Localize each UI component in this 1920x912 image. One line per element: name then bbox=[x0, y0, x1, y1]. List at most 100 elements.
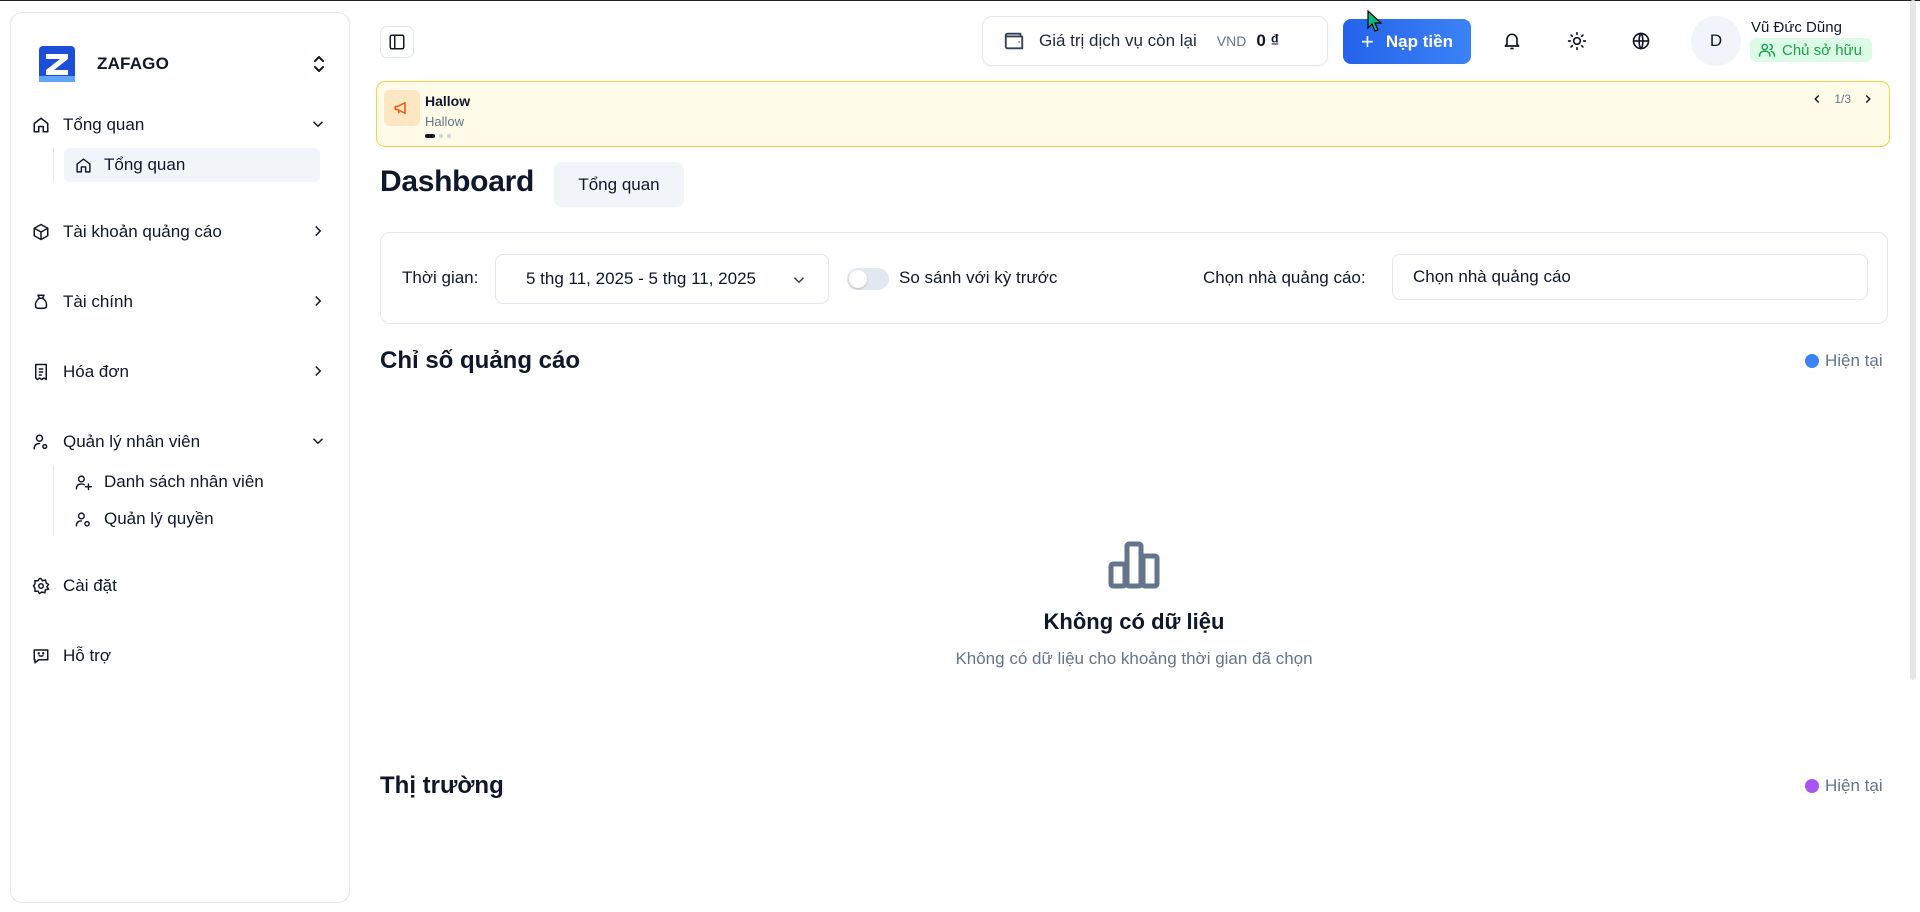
compare-toggle[interactable] bbox=[847, 268, 889, 290]
advertiser-label: Chọn nhà quảng cáo: bbox=[1203, 268, 1366, 287]
sidebar-subitem-staff-list[interactable]: Danh sách nhân viên bbox=[64, 465, 320, 499]
carousel-dot[interactable] bbox=[439, 134, 443, 138]
gear-icon bbox=[31, 576, 51, 596]
sidebar-item-invoices[interactable]: Hóa đơn bbox=[11, 352, 349, 392]
advertiser-select[interactable]: Chọn nhà quảng cáo bbox=[1392, 254, 1868, 300]
sun-icon bbox=[1567, 31, 1587, 51]
brand-name: ZAFAGO bbox=[97, 54, 170, 73]
compare-label: So sánh với kỳ trước bbox=[899, 268, 1058, 287]
empty-description: Không có dữ liệu cho khoảng thời gian đã… bbox=[955, 649, 1313, 668]
zafago-logo-icon bbox=[39, 46, 75, 82]
mouse-cursor-icon bbox=[1367, 9, 1383, 32]
sidebar-subitem-label: Danh sách nhân viên bbox=[104, 472, 264, 491]
deposit-label: Nạp tiền bbox=[1385, 31, 1453, 51]
toggle-knob bbox=[849, 270, 867, 288]
user-cog-icon bbox=[74, 510, 92, 528]
top-border bbox=[0, 0, 1920, 1]
home-icon bbox=[31, 115, 51, 135]
chevron-right-icon bbox=[315, 295, 322, 307]
language-button[interactable] bbox=[1628, 28, 1654, 54]
deposit-button[interactable]: + Nạp tiền bbox=[1343, 19, 1471, 64]
bar-chart-icon bbox=[1108, 541, 1160, 589]
box-icon bbox=[31, 222, 51, 242]
legend-label: Hiện tại bbox=[1825, 351, 1883, 370]
carousel-dots bbox=[425, 134, 451, 138]
bell-icon bbox=[1504, 33, 1520, 50]
sub-list-staff: Danh sách nhân viên Quản lý quyền bbox=[53, 465, 349, 536]
chevron-right-icon bbox=[315, 225, 322, 237]
pager-text: 1/3 bbox=[1834, 92, 1851, 106]
plus-icon: + bbox=[1361, 28, 1374, 54]
sidebar-item-support[interactable]: Hỗ trợ bbox=[11, 636, 349, 676]
users-icon bbox=[1758, 41, 1776, 59]
user-name: Vũ Đức Dũng bbox=[1751, 19, 1842, 36]
date-range-select[interactable]: 5 thg 11, 2025 - 5 thg 11, 2025 bbox=[495, 254, 829, 304]
page-title: Dashboard bbox=[380, 165, 534, 198]
sidebar-subitem-overview[interactable]: Tổng quan bbox=[64, 148, 320, 182]
sidebar-item-label: Cài đặt bbox=[63, 576, 117, 595]
market-title: Thị trường bbox=[380, 772, 504, 799]
notification-button[interactable] bbox=[1499, 28, 1525, 54]
chevron-right-icon[interactable] bbox=[1861, 92, 1875, 106]
sidebar-item-label: Tổng quan bbox=[63, 115, 145, 134]
legend-dot bbox=[1805, 779, 1819, 793]
sidebar-item-overview[interactable]: Tổng quan bbox=[11, 105, 349, 145]
legend-label: Hiện tại bbox=[1825, 776, 1883, 795]
role-badge: Chủ sở hữu bbox=[1750, 38, 1872, 62]
sidebar-item-label: Hóa đơn bbox=[63, 362, 129, 381]
message-smile-icon bbox=[31, 646, 51, 666]
announcement-subtitle: Hallow bbox=[425, 114, 465, 129]
legend-dot bbox=[1805, 354, 1819, 368]
sidebar-item-label: Quản lý nhân viên bbox=[63, 432, 201, 451]
brand[interactable]: ZAFAGO bbox=[39, 31, 329, 97]
time-label: Thời gian: bbox=[402, 268, 479, 287]
user-cog-icon bbox=[31, 432, 51, 452]
wallet-icon bbox=[1004, 32, 1024, 50]
sidebar-item-ad-accounts[interactable]: Tài khoản quảng cáo bbox=[11, 212, 349, 252]
carousel-dot[interactable] bbox=[425, 134, 435, 138]
sidebar-item-label: Hỗ trợ bbox=[63, 646, 111, 665]
receipt-icon bbox=[31, 362, 51, 382]
empty-title: Không có dữ liệu bbox=[1043, 609, 1225, 634]
megaphone-icon bbox=[384, 90, 420, 126]
announcement-banner: Hallow Hallow 1/3 bbox=[376, 81, 1890, 147]
tab-overview[interactable]: Tổng quan bbox=[554, 162, 684, 207]
ads-legend: Hiện tại bbox=[1805, 351, 1883, 371]
sidebar-item-staff-management[interactable]: Quản lý nhân viên bbox=[11, 422, 349, 462]
chevrons-up-down-icon[interactable] bbox=[309, 53, 329, 75]
balance-label: Giá trị dịch vụ còn lại bbox=[1039, 31, 1197, 50]
announcement-pager: 1/3 bbox=[1810, 92, 1875, 106]
balance-currency: VND bbox=[1216, 33, 1247, 49]
balance-widget[interactable]: Giá trị dịch vụ còn lại VND 0 ₫ bbox=[982, 16, 1328, 66]
carousel-dot[interactable] bbox=[447, 134, 451, 138]
theme-toggle-button[interactable] bbox=[1564, 28, 1590, 54]
sidebar-subitem-label: Tổng quan bbox=[104, 155, 186, 174]
money-bag-icon bbox=[31, 292, 51, 312]
advertiser-placeholder: Chọn nhà quảng cáo bbox=[1413, 267, 1571, 286]
sidebar-item-label: Tài khoản quảng cáo bbox=[63, 222, 222, 241]
balance-amount: 0 ₫ bbox=[1256, 31, 1280, 50]
sidebar: ZAFAGO Tổng quan Tổng quan Tài khoản quả… bbox=[10, 12, 350, 903]
user-plus-icon bbox=[74, 473, 92, 491]
sidebar-subitem-permissions[interactable]: Quản lý quyền bbox=[64, 502, 320, 536]
home-icon bbox=[74, 156, 92, 174]
chevron-down-icon bbox=[312, 121, 324, 128]
filter-card: Thời gian: 5 thg 11, 2025 - 5 thg 11, 20… bbox=[380, 232, 1888, 324]
announcement-title: Hallow bbox=[425, 93, 471, 109]
toggle-sidebar-button[interactable] bbox=[380, 26, 414, 58]
sidebar-item-finance[interactable]: Tài chính bbox=[11, 282, 349, 322]
globe-icon bbox=[1632, 32, 1650, 50]
chevron-right-icon bbox=[315, 365, 322, 377]
sidebar-subitem-label: Quản lý quyền bbox=[104, 509, 214, 528]
avatar[interactable]: D bbox=[1691, 16, 1741, 66]
sub-list-overview: Tổng quan bbox=[53, 148, 349, 182]
sidebar-nav: Tổng quan Tổng quan Tài khoản quảng cáo bbox=[11, 105, 349, 676]
ads-metrics-title: Chỉ số quảng cáo bbox=[380, 347, 581, 374]
page-scrollbar[interactable] bbox=[1910, 0, 1916, 680]
avatar-initial: D bbox=[1709, 31, 1723, 50]
chevron-left-icon[interactable] bbox=[1810, 92, 1824, 106]
sidebar-item-settings[interactable]: Cài đặt bbox=[11, 566, 349, 606]
date-range-value: 5 thg 11, 2025 - 5 thg 11, 2025 bbox=[526, 269, 756, 288]
sidebar-panel-icon bbox=[389, 34, 405, 50]
market-legend: Hiện tại bbox=[1805, 776, 1883, 796]
